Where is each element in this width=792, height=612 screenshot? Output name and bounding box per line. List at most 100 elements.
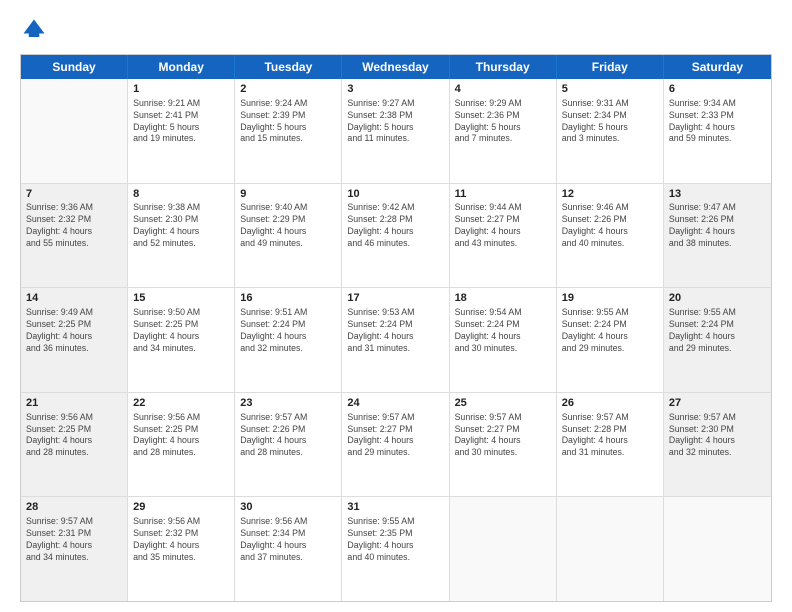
day-info: Sunrise: 9:46 AM Sunset: 2:26 PM Dayligh… xyxy=(562,202,658,250)
calendar-cell: 30Sunrise: 9:56 AM Sunset: 2:34 PM Dayli… xyxy=(235,497,342,601)
calendar-cell: 17Sunrise: 9:53 AM Sunset: 2:24 PM Dayli… xyxy=(342,288,449,392)
logo xyxy=(20,16,52,44)
day-info: Sunrise: 9:57 AM Sunset: 2:31 PM Dayligh… xyxy=(26,516,122,564)
calendar-cell: 26Sunrise: 9:57 AM Sunset: 2:28 PM Dayli… xyxy=(557,393,664,497)
calendar-header: SundayMondayTuesdayWednesdayThursdayFrid… xyxy=(21,55,771,79)
day-info: Sunrise: 9:57 AM Sunset: 2:30 PM Dayligh… xyxy=(669,412,766,460)
day-number: 8 xyxy=(133,187,229,202)
day-info: Sunrise: 9:49 AM Sunset: 2:25 PM Dayligh… xyxy=(26,307,122,355)
day-info: Sunrise: 9:57 AM Sunset: 2:28 PM Dayligh… xyxy=(562,412,658,460)
day-info: Sunrise: 9:27 AM Sunset: 2:38 PM Dayligh… xyxy=(347,98,443,146)
calendar-body: 1Sunrise: 9:21 AM Sunset: 2:41 PM Daylig… xyxy=(21,79,771,601)
day-info: Sunrise: 9:56 AM Sunset: 2:32 PM Dayligh… xyxy=(133,516,229,564)
day-info: Sunrise: 9:57 AM Sunset: 2:27 PM Dayligh… xyxy=(455,412,551,460)
calendar-cell: 3Sunrise: 9:27 AM Sunset: 2:38 PM Daylig… xyxy=(342,79,449,183)
day-info: Sunrise: 9:56 AM Sunset: 2:25 PM Dayligh… xyxy=(133,412,229,460)
day-number: 19 xyxy=(562,291,658,306)
day-number: 26 xyxy=(562,396,658,411)
day-number: 20 xyxy=(669,291,766,306)
day-number: 12 xyxy=(562,187,658,202)
day-number: 24 xyxy=(347,396,443,411)
calendar-cell: 23Sunrise: 9:57 AM Sunset: 2:26 PM Dayli… xyxy=(235,393,342,497)
calendar-cell: 28Sunrise: 9:57 AM Sunset: 2:31 PM Dayli… xyxy=(21,497,128,601)
calendar-cell: 16Sunrise: 9:51 AM Sunset: 2:24 PM Dayli… xyxy=(235,288,342,392)
calendar-cell: 6Sunrise: 9:34 AM Sunset: 2:33 PM Daylig… xyxy=(664,79,771,183)
calendar-week-2: 7Sunrise: 9:36 AM Sunset: 2:32 PM Daylig… xyxy=(21,183,771,288)
day-info: Sunrise: 9:55 AM Sunset: 2:24 PM Dayligh… xyxy=(669,307,766,355)
calendar-cell: 13Sunrise: 9:47 AM Sunset: 2:26 PM Dayli… xyxy=(664,184,771,288)
calendar-week-3: 14Sunrise: 9:49 AM Sunset: 2:25 PM Dayli… xyxy=(21,287,771,392)
day-number: 17 xyxy=(347,291,443,306)
day-info: Sunrise: 9:56 AM Sunset: 2:34 PM Dayligh… xyxy=(240,516,336,564)
calendar-cell: 22Sunrise: 9:56 AM Sunset: 2:25 PM Dayli… xyxy=(128,393,235,497)
calendar-cell: 27Sunrise: 9:57 AM Sunset: 2:30 PM Dayli… xyxy=(664,393,771,497)
header-day-friday: Friday xyxy=(557,55,664,79)
day-number: 22 xyxy=(133,396,229,411)
calendar-cell xyxy=(450,497,557,601)
calendar-cell: 2Sunrise: 9:24 AM Sunset: 2:39 PM Daylig… xyxy=(235,79,342,183)
day-number: 1 xyxy=(133,82,229,97)
day-number: 16 xyxy=(240,291,336,306)
calendar-cell: 19Sunrise: 9:55 AM Sunset: 2:24 PM Dayli… xyxy=(557,288,664,392)
day-number: 4 xyxy=(455,82,551,97)
calendar-cell: 31Sunrise: 9:55 AM Sunset: 2:35 PM Dayli… xyxy=(342,497,449,601)
day-info: Sunrise: 9:34 AM Sunset: 2:33 PM Dayligh… xyxy=(669,98,766,146)
calendar-cell: 8Sunrise: 9:38 AM Sunset: 2:30 PM Daylig… xyxy=(128,184,235,288)
calendar-cell xyxy=(21,79,128,183)
calendar-cell xyxy=(557,497,664,601)
calendar-cell: 4Sunrise: 9:29 AM Sunset: 2:36 PM Daylig… xyxy=(450,79,557,183)
day-info: Sunrise: 9:24 AM Sunset: 2:39 PM Dayligh… xyxy=(240,98,336,146)
calendar-cell: 5Sunrise: 9:31 AM Sunset: 2:34 PM Daylig… xyxy=(557,79,664,183)
day-info: Sunrise: 9:55 AM Sunset: 2:24 PM Dayligh… xyxy=(562,307,658,355)
day-number: 2 xyxy=(240,82,336,97)
day-info: Sunrise: 9:57 AM Sunset: 2:26 PM Dayligh… xyxy=(240,412,336,460)
day-number: 5 xyxy=(562,82,658,97)
day-number: 27 xyxy=(669,396,766,411)
day-number: 23 xyxy=(240,396,336,411)
day-number: 30 xyxy=(240,500,336,515)
header-day-saturday: Saturday xyxy=(664,55,771,79)
day-number: 31 xyxy=(347,500,443,515)
day-number: 29 xyxy=(133,500,229,515)
header-day-thursday: Thursday xyxy=(450,55,557,79)
calendar-cell xyxy=(664,497,771,601)
calendar-cell: 11Sunrise: 9:44 AM Sunset: 2:27 PM Dayli… xyxy=(450,184,557,288)
page: SundayMondayTuesdayWednesdayThursdayFrid… xyxy=(0,0,792,612)
header xyxy=(20,16,772,44)
day-info: Sunrise: 9:31 AM Sunset: 2:34 PM Dayligh… xyxy=(562,98,658,146)
calendar-week-1: 1Sunrise: 9:21 AM Sunset: 2:41 PM Daylig… xyxy=(21,79,771,183)
day-info: Sunrise: 9:57 AM Sunset: 2:27 PM Dayligh… xyxy=(347,412,443,460)
calendar-cell: 12Sunrise: 9:46 AM Sunset: 2:26 PM Dayli… xyxy=(557,184,664,288)
day-info: Sunrise: 9:36 AM Sunset: 2:32 PM Dayligh… xyxy=(26,202,122,250)
calendar-cell: 10Sunrise: 9:42 AM Sunset: 2:28 PM Dayli… xyxy=(342,184,449,288)
header-day-wednesday: Wednesday xyxy=(342,55,449,79)
calendar-week-5: 28Sunrise: 9:57 AM Sunset: 2:31 PM Dayli… xyxy=(21,496,771,601)
day-number: 3 xyxy=(347,82,443,97)
day-number: 15 xyxy=(133,291,229,306)
day-info: Sunrise: 9:51 AM Sunset: 2:24 PM Dayligh… xyxy=(240,307,336,355)
day-info: Sunrise: 9:47 AM Sunset: 2:26 PM Dayligh… xyxy=(669,202,766,250)
calendar-cell: 20Sunrise: 9:55 AM Sunset: 2:24 PM Dayli… xyxy=(664,288,771,392)
logo-icon xyxy=(20,16,48,44)
day-info: Sunrise: 9:29 AM Sunset: 2:36 PM Dayligh… xyxy=(455,98,551,146)
calendar-cell: 21Sunrise: 9:56 AM Sunset: 2:25 PM Dayli… xyxy=(21,393,128,497)
calendar-week-4: 21Sunrise: 9:56 AM Sunset: 2:25 PM Dayli… xyxy=(21,392,771,497)
day-info: Sunrise: 9:38 AM Sunset: 2:30 PM Dayligh… xyxy=(133,202,229,250)
day-number: 21 xyxy=(26,396,122,411)
calendar-cell: 1Sunrise: 9:21 AM Sunset: 2:41 PM Daylig… xyxy=(128,79,235,183)
day-info: Sunrise: 9:54 AM Sunset: 2:24 PM Dayligh… xyxy=(455,307,551,355)
day-info: Sunrise: 9:56 AM Sunset: 2:25 PM Dayligh… xyxy=(26,412,122,460)
day-info: Sunrise: 9:44 AM Sunset: 2:27 PM Dayligh… xyxy=(455,202,551,250)
calendar-cell: 25Sunrise: 9:57 AM Sunset: 2:27 PM Dayli… xyxy=(450,393,557,497)
calendar-cell: 18Sunrise: 9:54 AM Sunset: 2:24 PM Dayli… xyxy=(450,288,557,392)
day-info: Sunrise: 9:53 AM Sunset: 2:24 PM Dayligh… xyxy=(347,307,443,355)
day-info: Sunrise: 9:21 AM Sunset: 2:41 PM Dayligh… xyxy=(133,98,229,146)
calendar: SundayMondayTuesdayWednesdayThursdayFrid… xyxy=(20,54,772,602)
calendar-cell: 24Sunrise: 9:57 AM Sunset: 2:27 PM Dayli… xyxy=(342,393,449,497)
day-number: 14 xyxy=(26,291,122,306)
calendar-cell: 14Sunrise: 9:49 AM Sunset: 2:25 PM Dayli… xyxy=(21,288,128,392)
calendar-cell: 7Sunrise: 9:36 AM Sunset: 2:32 PM Daylig… xyxy=(21,184,128,288)
calendar-cell: 15Sunrise: 9:50 AM Sunset: 2:25 PM Dayli… xyxy=(128,288,235,392)
day-info: Sunrise: 9:40 AM Sunset: 2:29 PM Dayligh… xyxy=(240,202,336,250)
day-number: 11 xyxy=(455,187,551,202)
